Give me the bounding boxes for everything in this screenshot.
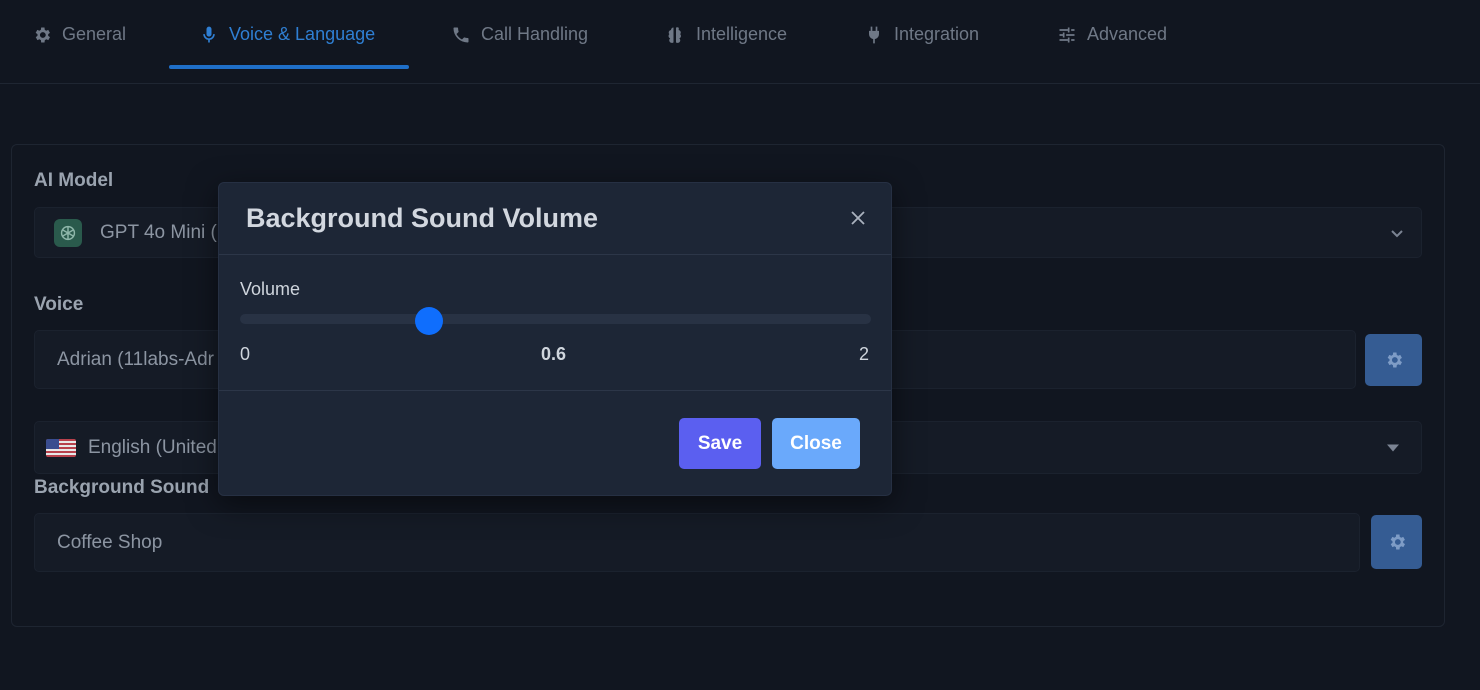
close-button[interactable]: Close: [772, 418, 860, 469]
gear-icon: [1387, 352, 1402, 368]
tab-integration[interactable]: Integration: [864, 0, 979, 69]
close-icon[interactable]: [849, 209, 867, 227]
volume-label: Volume: [240, 279, 301, 299]
sliders-icon: [1059, 27, 1075, 42]
phone-icon: [453, 27, 469, 42]
tab-intelligence[interactable]: Intelligence: [666, 0, 787, 69]
background-sound-settings-button[interactable]: [1371, 515, 1422, 569]
tab-call-handling[interactable]: Call Handling: [451, 0, 588, 69]
voice-label: Voice: [34, 294, 84, 315]
save-button[interactable]: Save: [679, 418, 761, 469]
modal-header: Background Sound Volume: [219, 183, 891, 255]
background-sound-volume-modal: Background Sound Volume Volume 0 0.6 2 S…: [218, 182, 892, 496]
tab-label: Integration: [894, 24, 980, 44]
active-tab-indicator: [169, 65, 409, 69]
ai-model-label: AI Model: [34, 170, 114, 191]
us-flag-icon: [46, 438, 76, 457]
gear-icon: [1390, 534, 1405, 550]
background-sound-label: Background Sound: [34, 477, 210, 498]
volume-slider-track[interactable]: [240, 314, 871, 324]
background-sound-value: Coffee Shop: [57, 531, 163, 553]
tab-voice-language[interactable]: Voice & Language: [199, 0, 375, 69]
voice-settings-button[interactable]: [1365, 334, 1422, 386]
tab-label: Call Handling: [481, 24, 589, 44]
ai-model-value: GPT 4o Mini (: [100, 221, 217, 243]
volume-max-label: 2: [859, 344, 870, 364]
volume-min-label: 0: [240, 344, 251, 364]
microphone-icon: [203, 26, 215, 42]
background-sound-select[interactable]: Coffee Shop: [34, 513, 1360, 572]
tab-general[interactable]: General: [32, 0, 126, 69]
modal-divider: [219, 390, 891, 391]
tab-label: Advanced: [1087, 24, 1168, 44]
brain-icon: [668, 26, 681, 43]
volume-slider-thumb[interactable]: [415, 307, 444, 335]
caret-down-icon: [1387, 444, 1399, 451]
tab-label: Voice & Language: [229, 24, 376, 44]
voice-value: Adrian (11labs-Adr: [57, 348, 215, 370]
volume-value-label: 0.6: [541, 344, 567, 364]
modal-title: Background Sound Volume: [246, 203, 599, 233]
openai-logo-icon: [54, 218, 82, 247]
chevron-down-icon: [1391, 229, 1403, 237]
language-value: English (United S: [88, 436, 235, 458]
gear-icon: [35, 27, 50, 42]
tab-label: Intelligence: [696, 24, 788, 44]
tab-label: General: [62, 24, 127, 44]
tab-advanced[interactable]: Advanced: [1057, 0, 1167, 69]
tab-bar: General Voice & Language Call Handling I…: [0, 0, 1480, 84]
plug-icon: [869, 26, 879, 43]
